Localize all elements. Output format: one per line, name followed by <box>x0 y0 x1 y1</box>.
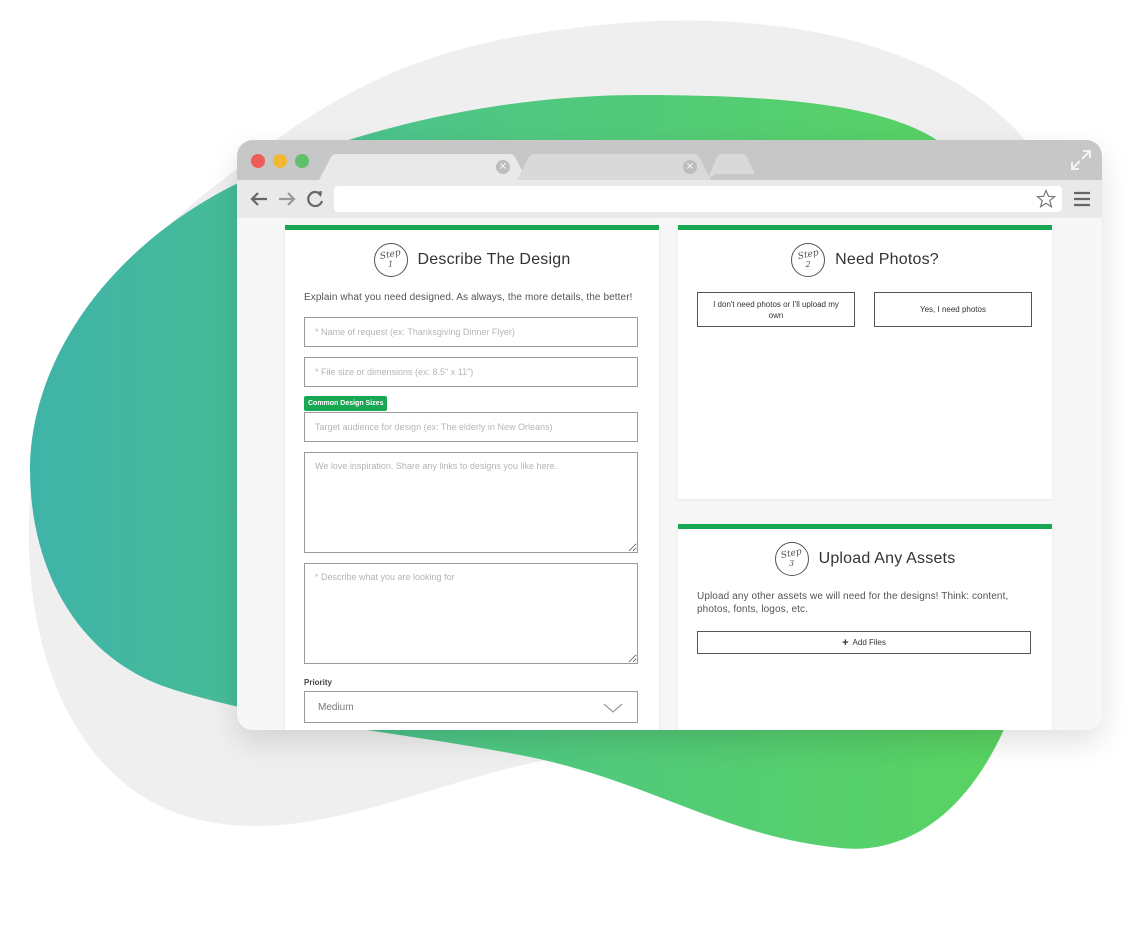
step1-badge: Step 1 <box>373 243 408 277</box>
step3-title: Upload Any Assets <box>818 550 956 567</box>
priority-value: Medium <box>318 702 354 713</box>
close-window-icon[interactable] <box>251 154 265 168</box>
chevron-down-icon <box>603 703 623 713</box>
expand-icon[interactable] <box>1070 149 1092 171</box>
step3-header: Step 3 Upload Any Assets <box>678 541 1052 577</box>
step1-title: Describe The Design <box>417 251 571 268</box>
step3-panel: Step 3 Upload Any Assets Upload any othe… <box>678 524 1052 730</box>
star-icon[interactable] <box>1036 189 1056 209</box>
plus-icon: + <box>842 636 849 649</box>
reload-icon[interactable] <box>304 188 326 210</box>
inspiration-textarea[interactable] <box>304 452 638 553</box>
browser-toolbar <box>237 180 1102 218</box>
priority-select[interactable]: Medium <box>304 691 638 723</box>
back-arrow-icon[interactable] <box>248 188 270 210</box>
description-textarea[interactable] <box>304 563 638 664</box>
add-files-label: Add Files <box>852 638 886 647</box>
step1-panel: Step 1 Describe The Design Explain what … <box>285 225 659 730</box>
request-name-input[interactable] <box>304 317 638 347</box>
need-photos-button[interactable]: Yes, I need photos <box>874 292 1032 327</box>
file-size-input[interactable] <box>304 357 638 387</box>
step2-header: Step 2 Need Photos? <box>678 242 1052 278</box>
browser-titlebar: × × <box>237 140 1102 180</box>
tab-close-icon[interactable]: × <box>496 160 510 174</box>
page-content: Step 1 Describe The Design Explain what … <box>237 218 1102 730</box>
no-photos-button[interactable]: I don't need photos or I'll upload my ow… <box>697 292 855 327</box>
forward-arrow-icon[interactable] <box>276 188 298 210</box>
maximize-window-icon[interactable] <box>295 154 309 168</box>
priority-label: Priority <box>304 678 333 687</box>
tab-close-icon[interactable]: × <box>683 160 697 174</box>
address-bar[interactable] <box>334 186 1062 212</box>
step2-title: Need Photos? <box>835 251 939 268</box>
new-tab-button[interactable] <box>707 154 757 180</box>
step1-intro: Explain what you need designed. As alway… <box>304 292 633 303</box>
browser-tab-active[interactable]: × <box>319 154 535 180</box>
browser-tab[interactable]: × <box>517 154 717 180</box>
add-files-button[interactable]: + Add Files <box>697 631 1031 654</box>
step2-badge: Step 2 <box>791 243 826 277</box>
step2-panel: Step 2 Need Photos? I don't need photos … <box>678 225 1052 499</box>
step3-badge: Step 3 <box>774 542 809 576</box>
step1-header: Step 1 Describe The Design <box>285 242 659 278</box>
step3-intro: Upload any other assets we will need for… <box>697 591 1009 615</box>
browser-window: × × Step 1 Describe The Design Explain w… <box>237 140 1102 730</box>
target-audience-input[interactable] <box>304 412 638 442</box>
common-design-sizes-button[interactable]: Common Design Sizes <box>304 396 388 411</box>
minimize-window-icon[interactable] <box>273 154 287 168</box>
hamburger-menu-icon[interactable] <box>1072 189 1092 209</box>
